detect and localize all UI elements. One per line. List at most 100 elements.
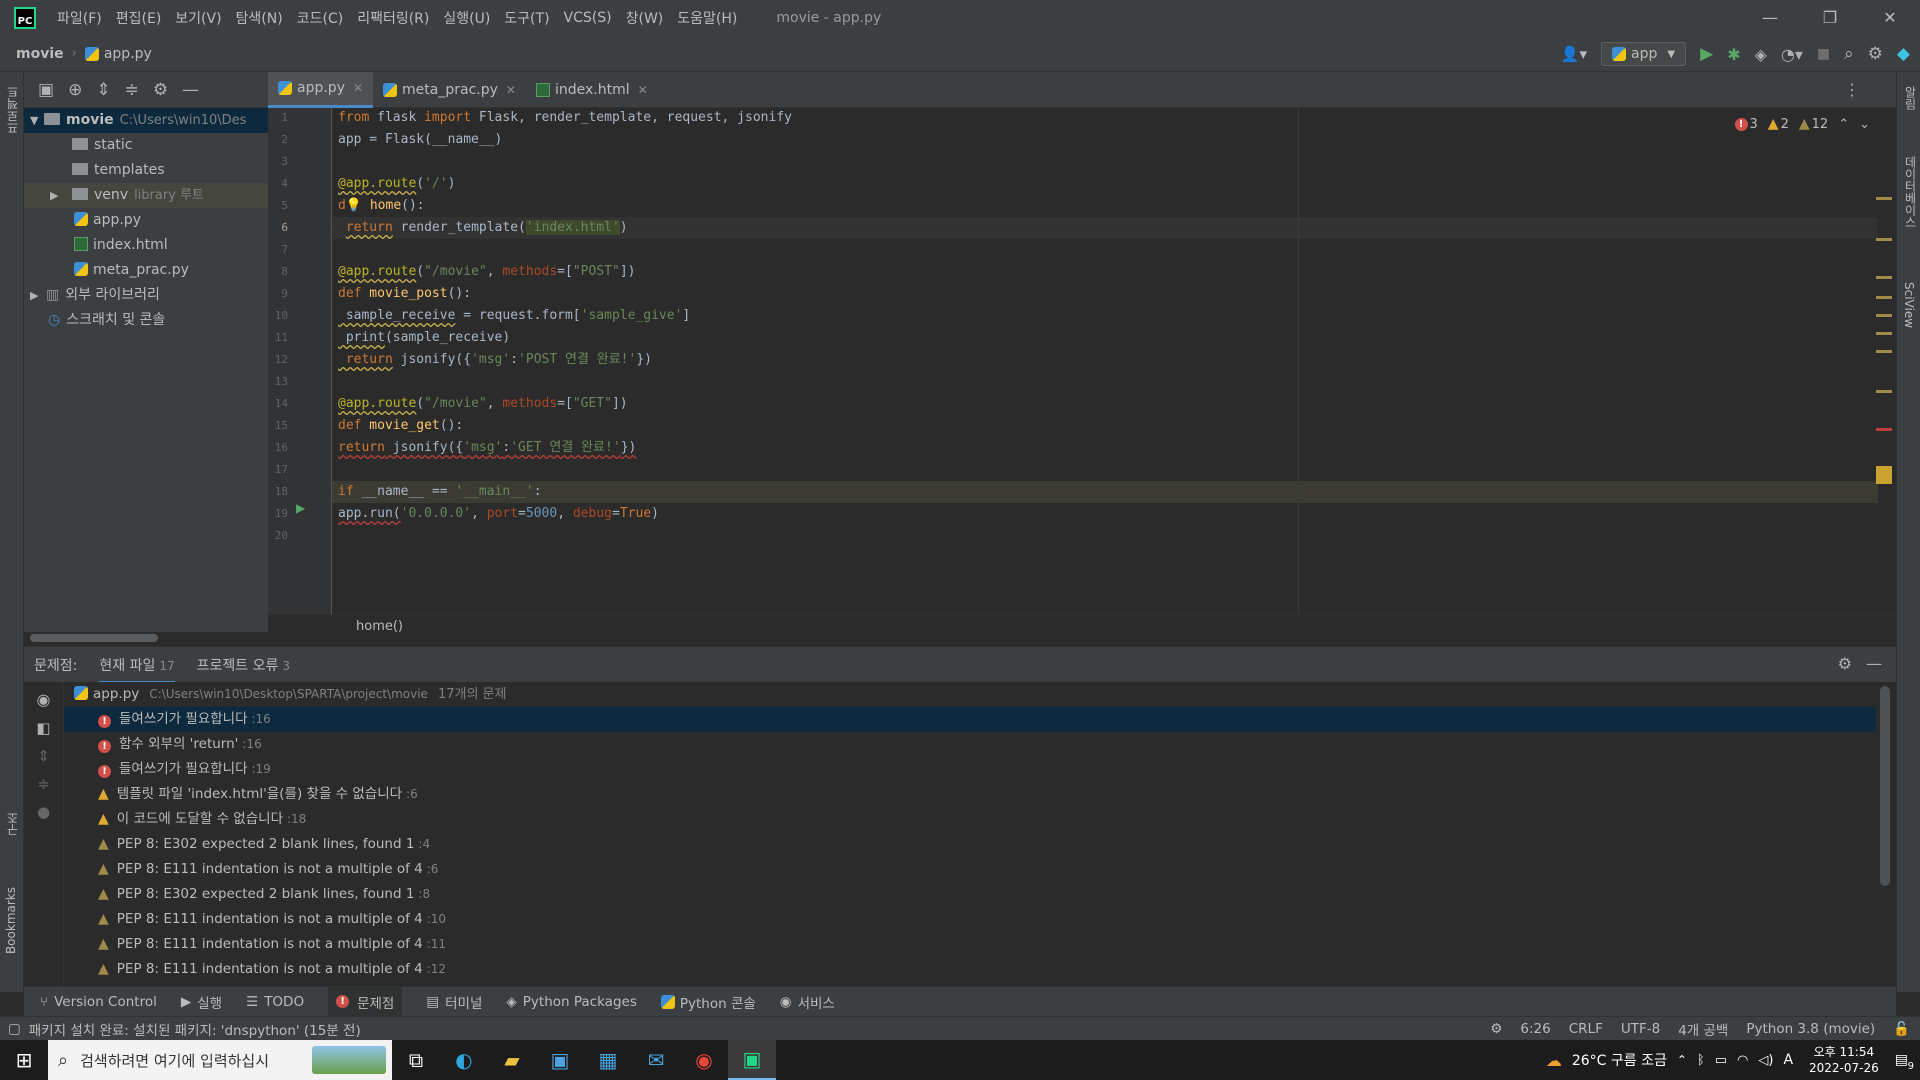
- menu-vcs[interactable]: VCS(S): [557, 10, 619, 26]
- menu-navigate[interactable]: 탐색(N): [229, 8, 290, 28]
- problem-item[interactable]: ! 들여쓰기가 필요합니다:19: [64, 757, 1876, 782]
- hide-panel-icon[interactable]: —: [1866, 654, 1882, 673]
- expand-all-icon[interactable]: ⇕: [96, 80, 110, 100]
- collapse-all-icon[interactable]: ≑: [125, 80, 139, 100]
- tree-external-libraries[interactable]: ▶ ▥ 외부 라이브러리: [24, 283, 268, 308]
- menu-window[interactable]: 창(W): [619, 8, 671, 28]
- edge-icon[interactable]: ◐: [440, 1040, 488, 1080]
- user-icon[interactable]: 👤▾: [1561, 45, 1587, 63]
- taskbar-search[interactable]: ⌕ 검색하려면 여기에 입력하십시: [48, 1040, 392, 1080]
- restore-icon[interactable]: ❐: [1800, 0, 1860, 36]
- run-icon[interactable]: ▶: [1700, 44, 1713, 64]
- collapse-all-icon[interactable]: ≑: [24, 775, 63, 793]
- task-view-icon[interactable]: ⧉: [392, 1040, 440, 1080]
- next-highlight-icon[interactable]: ⌄: [1859, 117, 1870, 132]
- stripe-mark[interactable]: [1876, 332, 1892, 335]
- tree-scratches[interactable]: ◷ 스크래치 및 콘솔: [24, 308, 268, 333]
- chevron-right-icon[interactable]: ▶: [50, 183, 64, 208]
- problems-scrollbar[interactable]: [1880, 686, 1890, 886]
- inspection-widget[interactable]: ! 3 ▲ 2 ▲ 12 ⌃ ⌄: [1734, 116, 1870, 132]
- problem-item[interactable]: ▲ 이 코드에 도달할 수 없습니다:18: [64, 807, 1876, 832]
- panel-toggle-icon[interactable]: ▢: [8, 1021, 21, 1037]
- battery-icon[interactable]: ▭: [1715, 1053, 1727, 1068]
- profile-icon[interactable]: ◔▾: [1781, 45, 1803, 64]
- stripe-mark[interactable]: [1876, 466, 1892, 484]
- status-message[interactable]: 패키지 설치 완료: 설치된 패키지: 'dnspython' (15분 전): [29, 1019, 361, 1039]
- settings-gear-icon[interactable]: ⚙: [1838, 654, 1852, 673]
- status-encoding[interactable]: UTF-8: [1621, 1021, 1660, 1037]
- ime-indicator[interactable]: A: [1783, 1052, 1793, 1068]
- bulb-icon[interactable]: ●: [24, 803, 63, 821]
- chevron-right-icon[interactable]: ▶: [30, 283, 44, 308]
- menu-run[interactable]: 실행(U): [436, 8, 497, 28]
- eye-icon[interactable]: ◉: [24, 690, 63, 709]
- tree-item-venv[interactable]: ▶ venv library 루트: [24, 183, 268, 208]
- more-options-icon[interactable]: ⋮: [1844, 80, 1860, 99]
- problem-item[interactable]: ▲ 템플릿 파일 'index.html'을(를) 찾을 수 없습니다:6: [64, 782, 1876, 807]
- lock-icon[interactable]: 🔓: [1893, 1021, 1910, 1037]
- problem-item[interactable]: ! 들여쓰기가 필요합니다:16: [64, 707, 1876, 732]
- notification-center-icon[interactable]: ▤ 9: [1895, 1052, 1914, 1072]
- status-position[interactable]: 6:26: [1520, 1021, 1550, 1037]
- mail-icon[interactable]: ✉: [632, 1040, 680, 1080]
- stripe-mark[interactable]: [1876, 197, 1892, 200]
- problem-item[interactable]: ▲ PEP 8: E302 expected 2 blank lines, fou…: [64, 832, 1876, 857]
- sync-icon[interactable]: ⚙: [1490, 1021, 1502, 1037]
- minimize-icon[interactable]: —: [1740, 0, 1800, 36]
- tool-version-control[interactable]: ⑂ Version Control: [40, 994, 157, 1010]
- tree-item-meta-prac[interactable]: meta_prac.py: [24, 258, 268, 283]
- status-line-separator[interactable]: CRLF: [1569, 1021, 1603, 1037]
- tree-item-static[interactable]: static: [24, 133, 268, 158]
- wifi-icon[interactable]: ◠: [1737, 1053, 1748, 1068]
- project-horizontal-scrollbar[interactable]: [30, 634, 158, 642]
- volume-icon[interactable]: ◁): [1758, 1053, 1773, 1068]
- breadcrumb-project[interactable]: movie: [16, 46, 64, 62]
- previous-highlight-icon[interactable]: ⌃: [1838, 117, 1849, 132]
- weather-text[interactable]: 26°C 구름 조금: [1572, 1050, 1667, 1070]
- breadcrumb-file[interactable]: app.py: [104, 46, 152, 62]
- status-indent[interactable]: 4개 공백: [1678, 1019, 1728, 1039]
- jetbrains-toolbox-icon[interactable]: ◆: [1897, 44, 1910, 64]
- stop-icon[interactable]: ■: [1817, 46, 1830, 62]
- menu-code[interactable]: 코드(C): [290, 8, 350, 28]
- problem-item[interactable]: ▲ PEP 8: E111 indentation is not a multip…: [64, 907, 1876, 932]
- tool-terminal[interactable]: ▤ 터미널: [426, 992, 482, 1012]
- problem-item[interactable]: ! 함수 외부의 'return':16: [64, 732, 1876, 757]
- notifications-tool-button[interactable]: 알림: [1902, 86, 1919, 110]
- bluetooth-icon[interactable]: ᛒ: [1697, 1053, 1705, 1068]
- tab-project-errors[interactable]: 프로젝트 오류 3: [197, 655, 290, 675]
- windows-start-icon[interactable]: ⊞: [0, 1040, 48, 1080]
- problem-item[interactable]: ▲ PEP 8: E111 indentation is not a multip…: [64, 957, 1876, 982]
- chrome-icon[interactable]: ◉: [680, 1040, 728, 1080]
- database-tool-button[interactable]: 데이터베이스: [1902, 156, 1919, 228]
- clock[interactable]: 오후 11:54 2022-07-26: [1809, 1044, 1879, 1076]
- hide-panel-icon[interactable]: —: [182, 80, 199, 100]
- stripe-mark[interactable]: [1876, 428, 1892, 431]
- options-gear-icon[interactable]: ⚙: [153, 80, 168, 100]
- preview-icon[interactable]: ◧: [24, 719, 63, 737]
- close-icon[interactable]: ✕: [1860, 0, 1920, 36]
- search-icon[interactable]: ⌕: [1844, 44, 1854, 64]
- project-tool-button[interactable]: 프로젝트: [4, 86, 21, 134]
- coverage-icon[interactable]: ◈: [1755, 45, 1767, 64]
- stripe-mark[interactable]: [1876, 390, 1892, 393]
- tab-index-html[interactable]: index.html ✕: [526, 72, 658, 108]
- tree-root-movie[interactable]: ▼ movie C:\Users\win10\Des: [24, 108, 268, 133]
- structure-tool-button[interactable]: 구조: [4, 812, 21, 836]
- project-view-icon[interactable]: ▣: [38, 80, 54, 100]
- tool-python-packages[interactable]: ◈ Python Packages: [506, 994, 636, 1010]
- tab-app-py[interactable]: app.py ✕: [268, 71, 374, 108]
- problem-file-row[interactable]: app.py C:\Users\win10\Desktop\SPARTA\proj…: [64, 682, 1876, 707]
- settings-gear-icon[interactable]: ⚙: [1868, 44, 1883, 64]
- weather-icon[interactable]: ☁: [1546, 1051, 1562, 1070]
- sciview-tool-button[interactable]: SciView: [1902, 282, 1916, 328]
- problem-item[interactable]: ▲ PEP 8: E302 expected 2 blank lines, fou…: [64, 882, 1876, 907]
- tool-run[interactable]: ▶ 실행: [181, 992, 222, 1012]
- close-tab-icon[interactable]: ✕: [506, 83, 516, 97]
- tab-current-file[interactable]: 현재 파일 17: [99, 646, 175, 684]
- run-gutter-icon[interactable]: ▶: [296, 501, 305, 515]
- chevron-down-icon[interactable]: ▼: [30, 108, 44, 133]
- problem-item[interactable]: ▲ PEP 8: E111 indentation is not a multip…: [64, 857, 1876, 882]
- stripe-mark[interactable]: [1876, 238, 1892, 241]
- menu-refactor[interactable]: 리팩터링(R): [350, 8, 436, 28]
